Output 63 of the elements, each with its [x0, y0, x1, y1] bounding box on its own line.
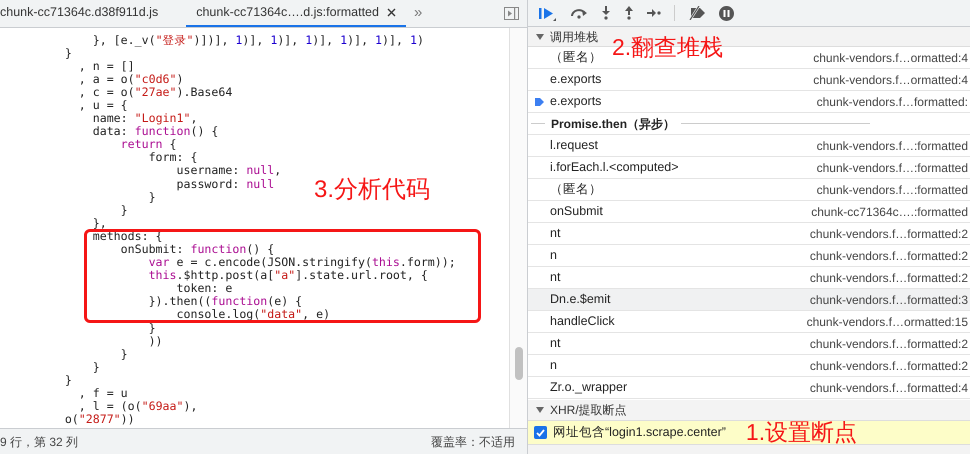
call-stack-frame[interactable]: Zr.o._wrapper chunk-vendors.f…formatted:4 — [528, 377, 970, 399]
section-header[interactable]: XHR/提取断点 — [528, 400, 970, 421]
more-tabs-button[interactable]: » — [406, 0, 430, 27]
step-icon[interactable] — [647, 8, 661, 18]
caret-icon[interactable] — [536, 32, 544, 40]
close-icon[interactable] — [386, 8, 396, 17]
code-line: } — [64, 46, 72, 60]
call-stack-frame[interactable]: n chunk-vendors.f…formatted:2 — [528, 245, 970, 267]
scrollbar-thumb[interactable] — [515, 347, 523, 380]
checkbox[interactable] — [534, 426, 547, 439]
code-line: password: null — [176, 178, 274, 191]
step-into-icon[interactable] — [601, 6, 611, 20]
async-separator: Promise.then（异步） — [550, 116, 676, 132]
code-line: name: "Login1", — [92, 112, 198, 126]
step-out-icon[interactable] — [624, 6, 634, 20]
code-line: , l = (o("69aa"), — [78, 400, 198, 414]
code-line: this.$http.post(a["a"].state.url.root, { — [148, 269, 428, 282]
code-line: , u = { — [78, 98, 128, 112]
code-line: } — [64, 374, 72, 388]
call-stack-frame[interactable]: onSubmit chunk-cc71364c….:formatted — [528, 201, 970, 223]
call-stack-frame[interactable]: （匿名） chunk-vendors.f…:formatted — [528, 179, 970, 201]
cursor-position: 9 行，第 32 列 — [0, 434, 78, 450]
deactivate-breakpoints-icon[interactable] — [688, 6, 706, 20]
call-stack-frame[interactable]: l.request chunk-vendors.f…:formatted — [528, 135, 970, 157]
code-line: username: null, — [176, 164, 282, 178]
call-stack-frame[interactable]: e.exports chunk-vendors.f…formatted: — [528, 91, 970, 113]
call-stack-frame[interactable]: i.forEach.l.<computed> chunk-vendors.f…:formatted — [528, 157, 970, 179]
code-line: o("2877")) — [64, 413, 135, 426]
code-line: } — [92, 360, 100, 374]
code-line: , n = [] — [78, 60, 135, 73]
code-line: , c = o("27ae").Base64 — [78, 86, 232, 99]
code-line: var e = c.encode(JSON.stringify(this.form)); — [148, 256, 456, 270]
file-tab[interactable]: chunk-cc71364c.d38f911d.js — [0, 0, 186, 27]
code-line: return { — [120, 138, 177, 152]
code-line: data: function() { — [92, 125, 218, 138]
pause-icon[interactable] — [719, 6, 734, 20]
call-stack-frame[interactable]: nt chunk-vendors.f…formatted:2 — [528, 223, 970, 245]
code-line: onSubmit: function() { — [120, 243, 274, 256]
code-line: console.log("data", e) — [176, 308, 330, 322]
coverage-status: 覆盖率：不适用 — [431, 434, 515, 450]
call-stack-frame[interactable]: handleClick chunk-vendors.f…ormatted:15 — [528, 311, 970, 333]
code-line: , f = u — [78, 387, 128, 400]
code-line: } — [120, 204, 128, 217]
code-line: } — [148, 322, 156, 335]
code-line: }, — [92, 216, 107, 230]
sidebar-toggle-icon[interactable] — [504, 7, 519, 20]
call-stack-frame[interactable]: n chunk-vendors.f…formatted:2 — [528, 355, 970, 377]
code-line: } — [148, 190, 156, 204]
annotation-label: 3.分析代码 — [314, 178, 430, 202]
annotation-label: 1.设置断点 — [746, 421, 858, 444]
call-stack-frame[interactable]: nt chunk-vendors.f…formatted:2 — [528, 333, 970, 355]
code-line: token: e — [176, 282, 232, 296]
caret-icon[interactable] — [536, 406, 544, 414]
call-stack-frame[interactable]: Dn.e.$emit chunk-vendors.f…formatted:3 — [528, 289, 970, 311]
code-line: }).then((function(e) { — [148, 295, 302, 308]
step-over-icon[interactable] — [570, 7, 588, 19]
code-line: } — [120, 348, 128, 361]
code-line: }, [e._v("登录")])], 1)], 1)], 1)], 1)], 1)], 1) — [92, 34, 424, 47]
code-line: )) — [148, 334, 163, 348]
call-stack-frame[interactable]: e.exports chunk-vendors.f…ormatted:4 — [528, 69, 970, 91]
code-line: form: { — [148, 151, 198, 164]
breakpoint-label: 网址包含“login1.scrape.center” — [553, 424, 726, 442]
code-line: , a = o("c0d6") — [78, 72, 184, 86]
